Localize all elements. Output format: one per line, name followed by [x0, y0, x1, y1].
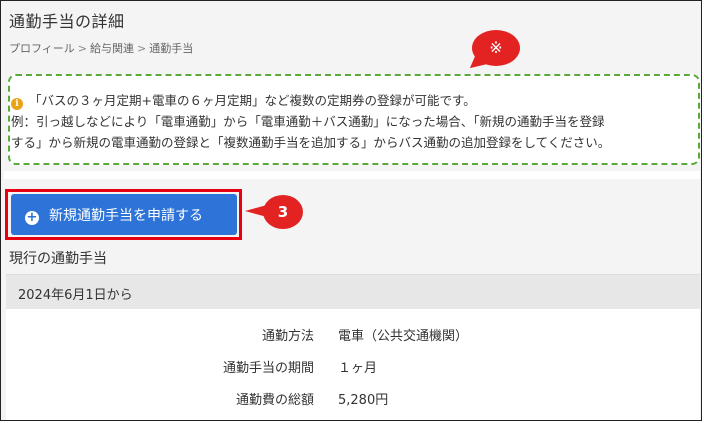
detail-panel: 通勤方法 電車（公共交通機関） 通勤手当の期間 １ヶ月 通勤費の総額 5,280… [6, 309, 700, 420]
info-circle-icon: i [11, 98, 23, 110]
apply-button-label: 新規通勤手当を申請する [49, 207, 203, 224]
breadcrumb-item-profile[interactable]: プロフィール [9, 42, 75, 55]
divider [4, 171, 700, 179]
screen-frame: 通勤手当の詳細 プロフィール > 給与関連 > 通勤手当 i 「バスの３ヶ月定期+電車の６… [0, 0, 702, 421]
breadcrumb-item-commute: 通勤手当 [149, 42, 194, 55]
breadcrumb: プロフィール > 給与関連 > 通勤手当 [9, 40, 193, 56]
apply-new-commute-button[interactable]: + 新規通勤手当を申請する [11, 194, 237, 235]
detail-value-total: 5,280円 [338, 393, 389, 408]
effective-date: 2024年6月1日から [18, 288, 133, 303]
detail-row: 通勤方法 電車（公共交通機関） [6, 325, 700, 345]
effective-date-bar: 2024年6月1日から [6, 274, 700, 309]
detail-label-total: 通勤費の総額 [235, 393, 314, 408]
page-title: 通勤手当の詳細 [9, 12, 125, 31]
notice-box: i 「バスの３ヶ月定期+電車の６ヶ月定期」など複数の定期券の登録が可能です。 例：… [8, 74, 700, 165]
breadcrumb-separator: > [77, 42, 87, 55]
note-callout: ※ [472, 30, 520, 66]
notice-text-1: 「バスの３ヶ月定期+電車の６ヶ月定期」など複数の定期券の登録が可能です。 [29, 93, 476, 108]
breadcrumb-separator: > [137, 42, 147, 55]
notice-line-3: する」から新規の電車通勤の登録と「複数通勤手当を追加する」からバス通勤の追加登録… [11, 135, 611, 150]
detail-value-period: １ヶ月 [338, 361, 378, 376]
detail-label-period: 通勤手当の期間 [222, 361, 314, 376]
step-callout: 3 [263, 195, 303, 229]
detail-label-method: 通勤方法 [261, 329, 314, 344]
notice-line-2: 例：引っ越しなどにより「電車通勤」から「電車通勤＋バス通勤」になった場合、「新規… [11, 114, 605, 129]
plus-circle-icon: + [25, 209, 39, 225]
detail-row: 通勤費の総額 5,280円 [6, 389, 700, 409]
detail-row: 通勤手当の期間 １ヶ月 [6, 357, 700, 377]
notice-line-1: i 「バスの３ヶ月定期+電車の６ヶ月定期」など複数の定期券の登録が可能です。 [11, 90, 476, 111]
breadcrumb-item-salary[interactable]: 給与関連 [90, 42, 134, 55]
detail-value-method: 電車（公共交通機関） [338, 329, 469, 344]
section-title: 現行の通勤手当 [9, 251, 107, 267]
